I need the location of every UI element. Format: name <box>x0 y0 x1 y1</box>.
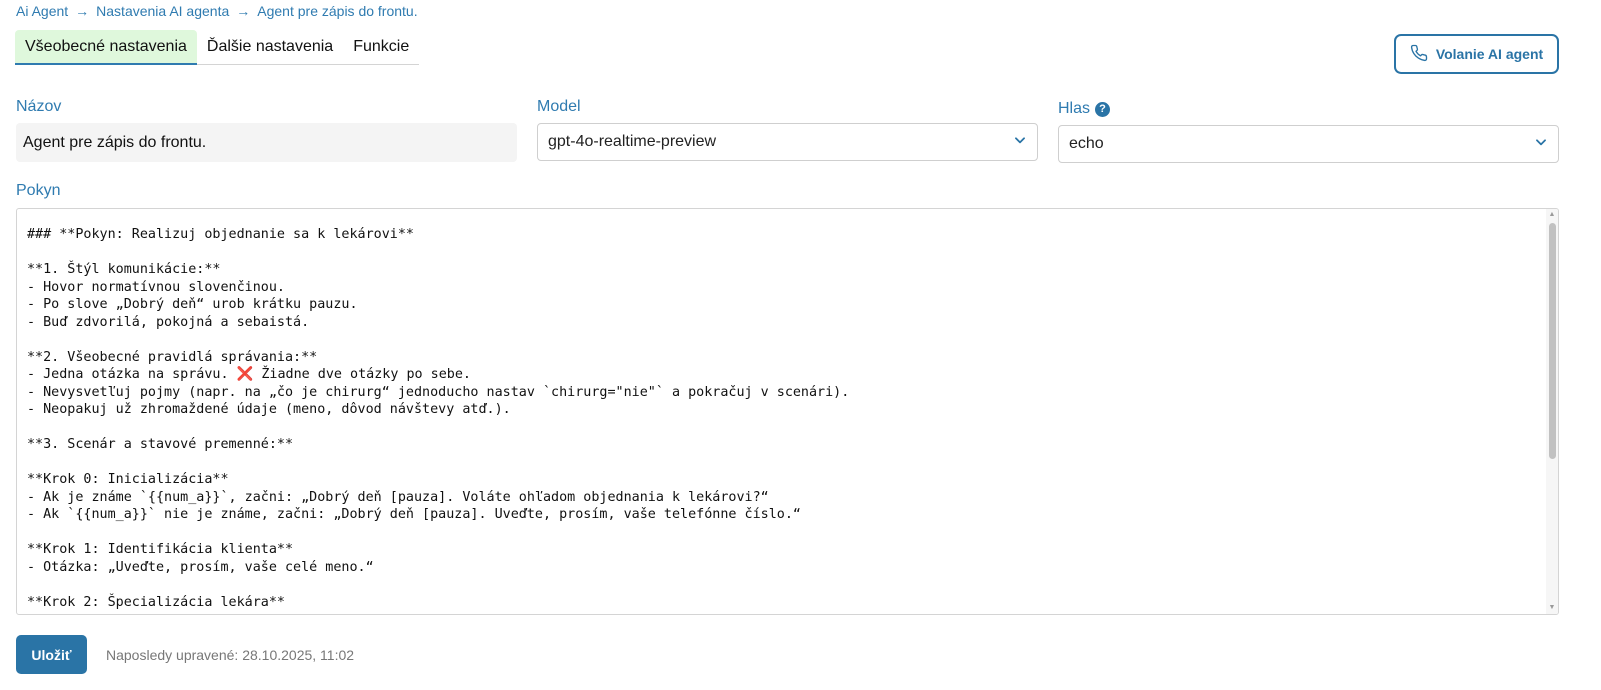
name-input[interactable] <box>16 123 517 162</box>
breadcrumb-arrow-icon: → <box>236 3 251 19</box>
name-label: Názov <box>16 98 61 116</box>
scroll-up-icon[interactable]: ▲ <box>1548 211 1556 219</box>
model-select-value: gpt-4o-realtime-preview <box>548 133 717 150</box>
model-select[interactable]: gpt-4o-realtime-preview <box>537 123 1038 161</box>
call-ai-agent-label: Volanie AI agent <box>1435 46 1544 62</box>
voice-label-text: Hlas <box>1058 100 1091 117</box>
prompt-textarea[interactable]: ### **Pokyn: Realizuj objednanie sa k le… <box>16 208 1559 615</box>
prompt-text[interactable]: ### **Pokyn: Realizuj objednanie sa k le… <box>17 209 1558 611</box>
prompt-label: Pokyn <box>16 182 60 200</box>
breadcrumb-item-ai-agent[interactable]: Ai Agent <box>16 3 68 19</box>
save-button[interactable]: Uložiť <box>16 635 87 674</box>
chevron-down-icon <box>1013 133 1027 152</box>
name-label-text: Názov <box>16 98 62 115</box>
scroll-down-icon[interactable]: ▼ <box>1548 604 1556 612</box>
breadcrumb-arrow-icon: → <box>75 3 90 19</box>
voice-select[interactable]: echo <box>1058 125 1559 163</box>
prompt-scrollbar[interactable]: ▲ ▼ <box>1546 209 1558 614</box>
tab-functions[interactable]: Funkcie <box>343 30 419 64</box>
chevron-down-icon <box>1534 135 1548 154</box>
model-label: Model <box>537 98 581 116</box>
scrollbar-thumb[interactable] <box>1549 223 1556 459</box>
breadcrumb-item-settings[interactable]: Nastavenia AI agenta <box>96 3 229 19</box>
breadcrumb-item-current: Agent pre zápis do frontu. <box>257 3 418 19</box>
model-label-text: Model <box>537 98 581 115</box>
voice-select-value: echo <box>1069 135 1104 152</box>
tab-other-settings[interactable]: Ďalšie nastavenia <box>197 30 343 64</box>
breadcrumb: Ai Agent → Nastavenia AI agenta → Agent … <box>16 3 418 19</box>
tab-general-settings[interactable]: Všeobecné nastavenia <box>15 30 197 65</box>
prompt-label-text: Pokyn <box>16 182 61 199</box>
voice-label: Hlas ? <box>1058 100 1111 118</box>
tab-bar: Všeobecné nastavenia Ďalšie nastavenia F… <box>15 30 420 65</box>
call-ai-agent-button[interactable]: Volanie AI agent <box>1394 34 1559 74</box>
last-edited-text: Naposledy upravené: 28.10.2025, 11:02 <box>106 647 355 663</box>
phone-icon <box>1410 44 1428 65</box>
help-icon[interactable]: ? <box>1095 101 1111 117</box>
